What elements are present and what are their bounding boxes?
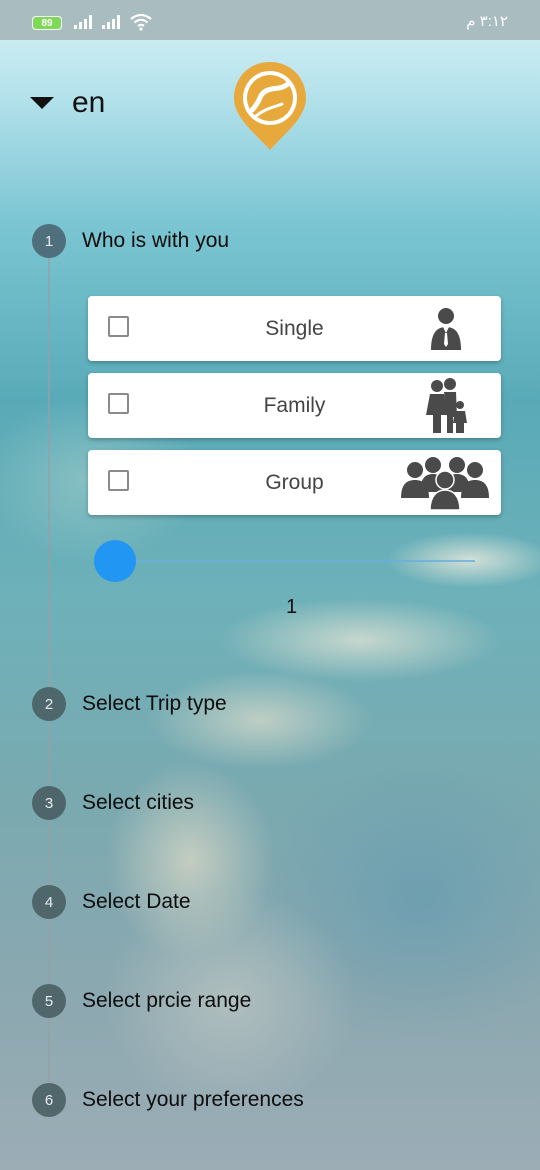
step-number: 2 [32,687,66,721]
step-who-is-with-you[interactable]: 1 Who is with you [32,224,229,258]
stepper-connector-5 [48,1018,50,1082]
step-cities[interactable]: 3 Select cities [32,786,194,820]
step-label: Who is with you [82,229,230,252]
step-number: 6 [32,1083,66,1117]
stepper-connector-4 [48,918,50,982]
companions-slider-track[interactable] [115,560,475,562]
group-icon [401,457,489,510]
option-single[interactable]: Single [88,296,501,361]
stepper-connector-2 [48,722,50,784]
language-selector[interactable]: en [30,86,105,120]
status-bar: 89 ٣:١٢ م [0,0,540,40]
step-trip-type[interactable]: 2 Select Trip type [32,687,227,721]
companions-slider-value: 1 [286,596,298,618]
stepper-connector-1 [48,258,50,688]
signal-icon [74,15,92,29]
app-logo-icon [234,62,306,150]
battery-icon: 89 [32,16,62,30]
step-preferences[interactable]: 6 Select your preferences [32,1083,304,1117]
step-number: 5 [32,984,66,1018]
step-number: 3 [32,786,66,820]
step-price-range[interactable]: 5 Select prcie range [32,984,251,1018]
step-number: 4 [32,885,66,919]
wifi-icon [130,13,152,31]
status-time: ٣:١٢ م [466,13,508,30]
step-label: Select cities [82,791,195,814]
caret-down-icon [30,97,54,109]
family-icon [426,378,467,433]
stepper-connector-3 [48,820,50,884]
step-label: Select your preferences [82,1088,304,1111]
step-number: 1 [32,224,66,258]
signal-icon-2 [102,15,120,29]
step-date[interactable]: 4 Select Date [32,885,191,919]
single-person-icon [431,308,461,350]
option-family[interactable]: Family [88,373,501,438]
option-group[interactable]: Group [88,450,501,515]
step-label: Select Date [82,890,191,913]
step-label: Select prcie range [82,989,252,1012]
companions-slider-thumb[interactable] [94,540,136,582]
language-code: en [72,86,106,119]
step-label: Select Trip type [82,692,227,715]
